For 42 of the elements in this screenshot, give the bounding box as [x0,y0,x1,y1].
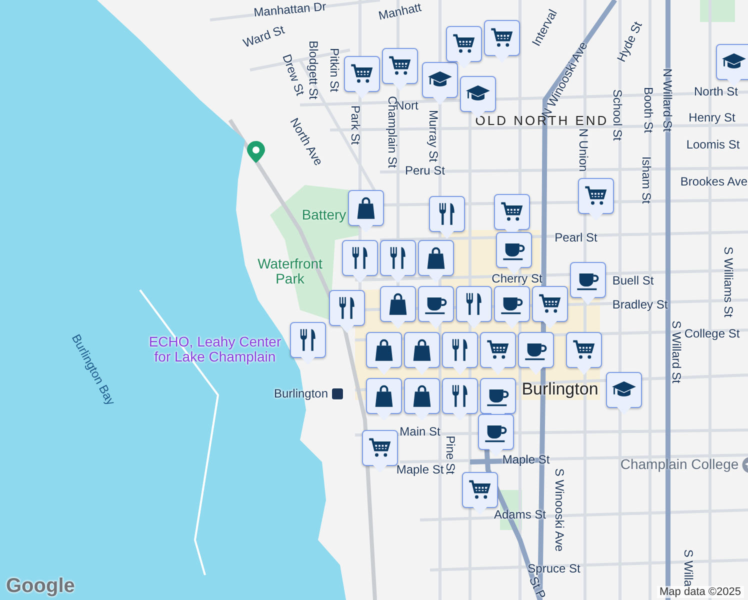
street-label: Park St [348,105,362,145]
street-label: Drew St [280,52,306,98]
street-label: Buell St [612,274,654,288]
street-label: Ward St [242,23,286,51]
street-label: Pine St [444,436,457,474]
street-label: Peru St [404,164,446,178]
train-icon [331,388,344,400]
street-label: N Willard St [660,68,674,132]
map-attribution: Map data ©2025 [656,586,744,598]
location-pin-icon[interactable] [246,140,266,164]
map-logo: Google [6,575,75,598]
street-label: S Willa [681,549,695,587]
street-label: School St [610,89,624,141]
street-label: Spruce St [528,562,580,576]
street-label: Hyde St [615,20,645,64]
street-label: Blodgett St [306,40,320,100]
street-label: Murray St [426,110,440,162]
street-label: Loomis St [686,138,740,152]
street-label: Manhatt [377,1,423,23]
street-label: St P [526,574,548,600]
park-area [700,0,735,22]
street-label: Cherry St [492,272,542,286]
street-label: College St [684,327,740,341]
city-label: Burlington [522,380,598,400]
street-label: Booth St [641,86,655,134]
street-label: Pitkin St [327,48,341,92]
street-label: S Willard St [669,320,683,384]
street-label: Brookes Ave [680,175,748,189]
park-label: Waterfront Park [256,256,324,288]
street-label: Main St [400,425,440,439]
street-label: S Winooski Ave [552,468,566,552]
street-label: Adams St [494,508,546,522]
street-label: Manhattan Dr [253,0,327,20]
park-label: Battery [300,207,348,223]
street-label: Maple St [396,463,444,477]
street-label: Henry St [688,111,736,125]
street-label: Isham St [639,156,653,204]
street-label: S Williams St [721,246,735,318]
street-label: Bradley St [612,298,668,312]
street-label: North St [694,85,738,99]
street-label: Pearl St [554,231,598,245]
street-label: N Union [576,128,590,172]
